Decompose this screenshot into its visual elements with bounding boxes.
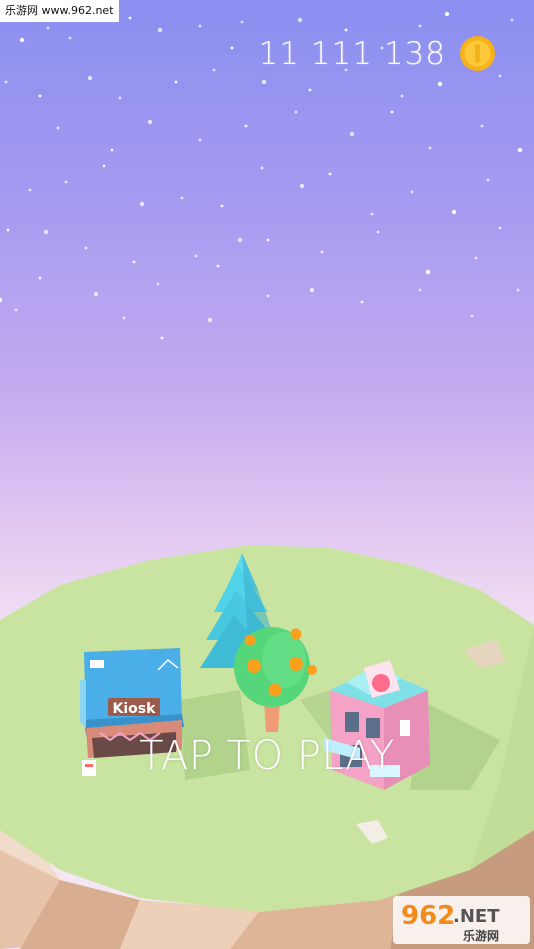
- game-screen[interactable]: Kiosk 乐游网 www.962.net 11 111 138 TAP TO …: [0, 0, 534, 949]
- watermark-logo-sub: 乐游网: [463, 928, 499, 943]
- coin-counter: 11 111 138: [258, 36, 446, 72]
- watermark-logo-main: 962: [401, 901, 455, 931]
- watermark-logo-suffix: .NET: [453, 906, 500, 927]
- watermark-logo: 962 .NET 乐游网: [393, 896, 530, 944]
- tap-to-play-prompt[interactable]: TAP TO PLAY: [0, 733, 534, 779]
- watermark-site-text: 乐游网 www.962.net: [5, 4, 114, 17]
- kiosk-sign: Kiosk: [113, 701, 157, 717]
- floating-island[interactable]: Kiosk: [0, 0, 534, 949]
- coin-icon: [460, 36, 495, 71]
- watermark-banner: 乐游网 www.962.net: [0, 0, 119, 22]
